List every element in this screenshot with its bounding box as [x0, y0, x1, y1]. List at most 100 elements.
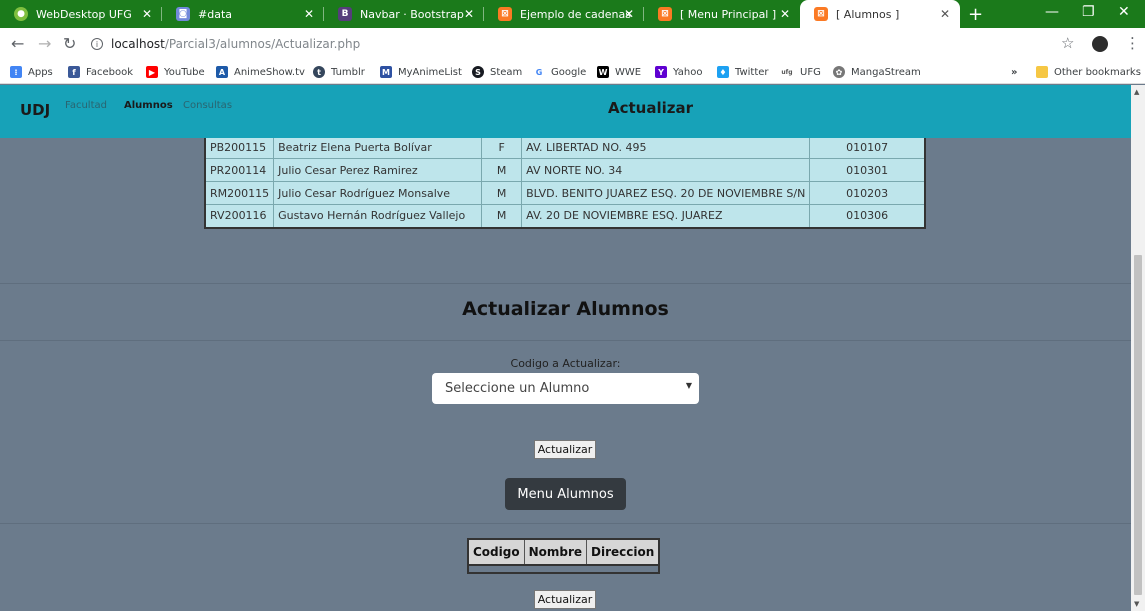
star-icon[interactable]: ☆ [1061, 34, 1074, 52]
apps-grid-icon: ⁝ [10, 66, 22, 78]
bookmark-youtube[interactable]: ▶ YouTube [146, 64, 205, 80]
xampp-icon: ⊠ [658, 7, 672, 21]
cell-direccion: AV NORTE NO. 34 [521, 158, 811, 182]
close-tab-icon[interactable]: ✕ [624, 7, 634, 21]
animeshow-icon: A [216, 66, 228, 78]
discord-icon: ◙ [176, 7, 190, 21]
empty-cell [468, 564, 660, 573]
cell-direccion: AV. 20 DE NOVIEMBRE ESQ. JUAREZ [521, 204, 811, 228]
xampp-icon: ⊠ [814, 7, 828, 21]
update-button[interactable]: Actualizar [534, 440, 596, 459]
reload-icon[interactable]: ↻ [63, 34, 76, 53]
header-direccion: Direccion [586, 538, 660, 566]
close-tab-icon[interactable]: ✕ [940, 7, 950, 21]
bookmark-label: Twitter [735, 66, 769, 78]
cell-nombre: Julio Cesar Rodríguez Monsalve [273, 181, 483, 205]
bookmark-label: UFG [800, 66, 821, 78]
scroll-down-icon[interactable]: ▼ [1134, 600, 1139, 608]
tab-webdesktop[interactable]: ● WebDesktop UFG ✕ [0, 0, 162, 28]
other-bookmarks[interactable]: Other bookmarks [1036, 64, 1141, 80]
menu-alumnos-button[interactable]: Menu Alumnos [505, 478, 626, 510]
bookmark-ufg[interactable]: ufg UFG [780, 64, 821, 80]
bookmark-label: MangaStream [851, 66, 921, 78]
yahoo-icon: Y [655, 66, 667, 78]
table-row [468, 564, 660, 573]
tab-title: #data [198, 7, 232, 21]
folder-icon [1036, 66, 1048, 78]
tab-menu-principal[interactable]: ⊠ [ Menu Principal ] ✕ [644, 0, 800, 28]
cell-codigo: PR200114 [204, 158, 275, 182]
forward-icon[interactable]: → [38, 34, 51, 53]
close-tab-icon[interactable]: ✕ [464, 7, 474, 21]
table-row: RV200116 Gustavo Hernán Rodríguez Vallej… [204, 204, 926, 228]
cell-cp: 010301 [809, 158, 926, 182]
menu-dots-icon[interactable]: ⋮ [1125, 34, 1140, 52]
myanimelist-icon: M [380, 66, 392, 78]
close-window-icon[interactable]: ✕ [1118, 4, 1130, 20]
table-header-row: Codigo Nombre Direccion [467, 538, 660, 566]
tab-alumnos[interactable]: ⊠ [ Alumnos ] ✕ [800, 0, 960, 28]
divider [0, 340, 1131, 341]
bookmarks-bar: ⁝ Apps f Facebook ▶ YouTube A AnimeShow.tv t… [0, 60, 1145, 84]
bookmark-wwe[interactable]: W WWE [597, 64, 641, 80]
scrollbar-thumb[interactable] [1134, 255, 1142, 595]
bookmark-tumblr[interactable]: t Tumblr [313, 64, 365, 80]
bookmark-google[interactable]: G Google [533, 64, 586, 80]
scrollbar[interactable]: ▲ ▼ [1131, 85, 1145, 611]
restore-icon[interactable]: ❐ [1082, 4, 1095, 20]
cell-codigo: RM200115 [204, 181, 275, 205]
tumblr-icon: t [313, 66, 325, 78]
bookmark-mangastream[interactable]: ✿ MangaStream [833, 64, 921, 80]
bookmark-label: Facebook [86, 66, 133, 78]
bookmark-label: Yahoo [673, 66, 703, 78]
select-value: Seleccione un Alumno [445, 381, 590, 396]
minimize-icon[interactable]: — [1045, 4, 1059, 20]
bookmark-label: MyAnimeList [398, 66, 462, 78]
back-icon[interactable]: ← [11, 34, 24, 53]
table-row: PB200115 Beatriz Elena Puerta Bolívar F … [204, 135, 926, 159]
select-label: Codigo a Actualizar: [510, 357, 621, 370]
bookmark-yahoo[interactable]: Y Yahoo [655, 64, 702, 80]
profile-avatar[interactable] [1092, 36, 1108, 52]
bookmark-animeshow[interactable]: A AnimeShow.tv [216, 64, 305, 80]
header-codigo: Codigo [467, 538, 525, 566]
google-icon: G [533, 66, 545, 78]
url-path: /Parcial3/alumnos/Actualizar.php [164, 37, 361, 51]
cell-cp: 010306 [809, 204, 926, 228]
close-tab-icon[interactable]: ✕ [142, 7, 152, 21]
twitter-icon: ♦ [717, 66, 729, 78]
update-button-bottom[interactable]: Actualizar [534, 590, 596, 609]
bookmark-myanimelist[interactable]: M MyAnimeList [380, 64, 462, 80]
cell-sexo: M [481, 158, 523, 182]
cell-sexo: F [481, 135, 523, 159]
info-icon[interactable]: i [91, 38, 103, 50]
new-tab-icon[interactable]: + [968, 4, 983, 25]
table-row: RM200115 Julio Cesar Rodríguez Monsalve … [204, 181, 926, 205]
tab-ejemplo-cadenas[interactable]: ⊠ Ejemplo de cadenas en ✕ [484, 0, 644, 28]
tab-title: WebDesktop UFG [36, 7, 132, 21]
bookmark-label: Google [551, 66, 587, 78]
cell-nombre: Julio Cesar Perez Ramirez [273, 158, 483, 182]
student-select[interactable]: Seleccione un Alumno ▼ [432, 373, 699, 404]
scroll-up-icon[interactable]: ▲ [1134, 88, 1139, 96]
close-tab-icon[interactable]: ✕ [780, 7, 790, 21]
close-tab-icon[interactable]: ✕ [304, 7, 314, 21]
bookmark-label: Other bookmarks [1054, 66, 1141, 78]
green-circle-icon: ● [14, 7, 28, 21]
cell-direccion: BLVD. BENITO JUAREZ ESQ. 20 DE NOVIEMBRE… [521, 181, 811, 205]
cell-sexo: M [481, 204, 523, 228]
bookmark-steam[interactable]: S Steam [472, 64, 522, 80]
bookmark-twitter[interactable]: ♦ Twitter [717, 64, 769, 80]
more-bookmarks-button[interactable]: » [1011, 64, 1017, 80]
tab-navbar-bootstrap[interactable]: B Navbar · Bootstrap ✕ [324, 0, 484, 28]
xampp-icon: ⊠ [498, 7, 512, 21]
youtube-icon: ▶ [146, 66, 158, 78]
bookmark-facebook[interactable]: f Facebook [68, 64, 133, 80]
tab-data[interactable]: ◙ #data ✕ [162, 0, 324, 28]
url-input[interactable]: i localhost/Parcial3/alumnos/Actualizar.… [88, 32, 1088, 56]
tab-title: Navbar · Bootstrap [360, 7, 464, 21]
caret-down-icon: ▼ [685, 381, 692, 390]
bookmark-apps[interactable]: ⁝ Apps [10, 64, 53, 80]
navbar: UDJ Facultad Alumnos Consultas Actualiza… [0, 85, 1131, 138]
divider [0, 523, 1131, 524]
